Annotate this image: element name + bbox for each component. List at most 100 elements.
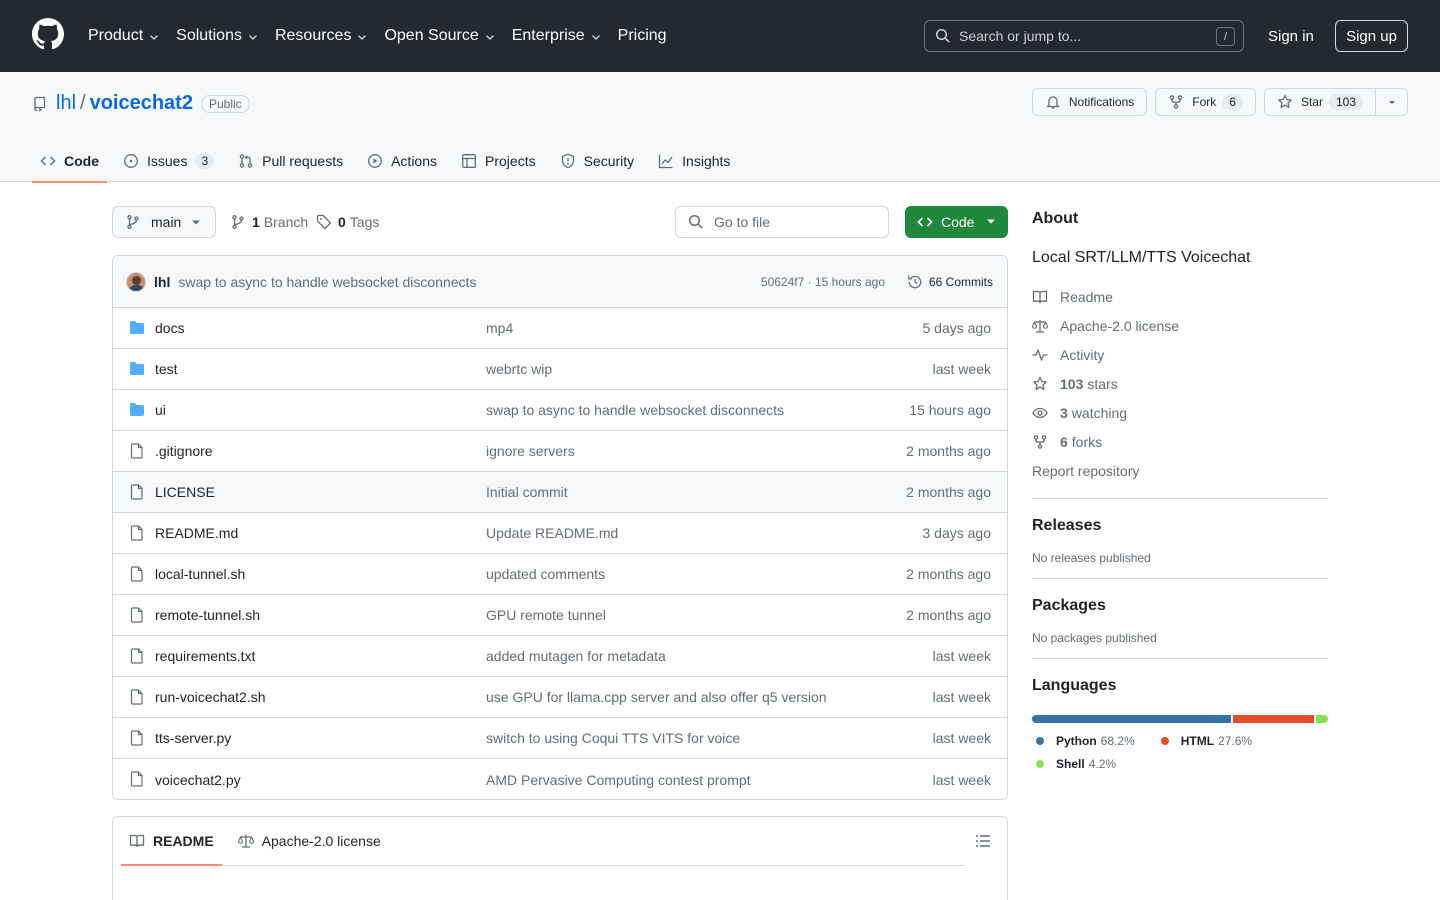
language-bar-segment[interactable] <box>1032 715 1231 723</box>
table-row[interactable]: remote-tunnel.sh GPU remote tunnel 2 month… <box>113 595 1007 636</box>
table-row[interactable]: requirements.txt added mutagen for metada… <box>113 636 1007 677</box>
list-unordered-icon[interactable] <box>975 833 991 849</box>
table-row[interactable]: ui swap to async to handle websocket disc… <box>113 390 1007 431</box>
code-download-button[interactable]: Code <box>905 206 1008 238</box>
branch-select-button[interactable]: main <box>112 206 216 238</box>
readme-link[interactable]: Readme <box>1032 282 1328 311</box>
file-name-link[interactable]: requirements.txt <box>155 648 255 664</box>
nav-solutions[interactable]: Solutions <box>176 27 259 45</box>
file-name-link[interactable]: local-tunnel.sh <box>155 566 245 582</box>
commit-message-link[interactable]: swap to async to handle websocket discon… <box>178 274 476 290</box>
forks-link[interactable]: 6 forks <box>1032 427 1328 456</box>
star-button[interactable]: Star 103 <box>1263 88 1376 116</box>
file-commit-message-link[interactable]: Update README.md <box>486 525 618 541</box>
tab-pull-requests[interactable]: Pull requests <box>230 140 351 182</box>
file-commit-message-link[interactable]: GPU remote tunnel <box>486 607 606 623</box>
table-row[interactable]: local-tunnel.sh updated comments 2 months … <box>113 554 1007 595</box>
language-item[interactable]: Shell 4.2% <box>1032 752 1116 775</box>
file-commit-message-link[interactable]: mp4 <box>486 320 513 336</box>
global-search-input[interactable]: Search or jump to... / <box>924 20 1244 52</box>
branches-link[interactable]: 1 Branch <box>230 206 308 238</box>
table-row[interactable]: README.md Update README.md 3 days ago <box>113 513 1007 554</box>
file-name-link[interactable]: README.md <box>155 525 238 541</box>
file-name-link[interactable]: tts-server.py <box>155 730 231 746</box>
license-link[interactable]: Apache-2.0 license <box>1032 311 1328 340</box>
table-row[interactable]: docs mp4 5 days ago <box>113 308 1007 349</box>
repo-title: lhl / voicechat2 Public <box>32 92 250 115</box>
releases-heading[interactable]: Releases <box>1032 517 1328 535</box>
file-commit-message-link[interactable]: ignore servers <box>486 443 575 459</box>
file-commit-message-link[interactable]: switch to using Coqui TTS VITS for voice <box>486 730 740 746</box>
nav-resources[interactable]: Resources <box>275 27 368 45</box>
language-bar-segment[interactable] <box>1316 715 1328 723</box>
nav-open-source[interactable]: Open Source <box>384 27 495 45</box>
file-name-link[interactable]: remote-tunnel.sh <box>155 607 260 623</box>
stars-link[interactable]: 103 stars <box>1032 369 1328 398</box>
file-commit-message-link[interactable]: added mutagen for metadata <box>486 648 666 664</box>
language-item[interactable]: Python 68.2% <box>1032 729 1135 752</box>
file-commit-message-link[interactable]: updated comments <box>486 566 605 582</box>
commit-author-link[interactable]: lhl <box>154 274 170 290</box>
avatar[interactable] <box>126 271 146 292</box>
tab-actions[interactable]: Actions <box>359 140 445 182</box>
file-name-link[interactable]: docs <box>155 320 185 336</box>
file-commit-message-link[interactable]: use GPU for llama.cpp server and also of… <box>486 689 827 705</box>
table-row[interactable]: run-voicechat2.sh use GPU for llama.cpp s… <box>113 677 1007 718</box>
table-row[interactable]: voicechat2.py AMD Pervasive Computing con… <box>113 759 1007 799</box>
language-bar <box>1032 715 1328 723</box>
file-name-link[interactable]: run-voicechat2.sh <box>155 689 266 705</box>
chevron-down-icon <box>150 35 159 40</box>
file-name-link[interactable]: ui <box>155 402 166 418</box>
tags-link[interactable]: 0 Tags <box>316 206 379 238</box>
sign-in-link[interactable]: Sign in <box>1258 20 1324 52</box>
file-name-link[interactable]: .gitignore <box>155 443 213 459</box>
tab-security[interactable]: Security <box>552 140 643 182</box>
repo-owner-link[interactable]: lhl <box>56 92 76 115</box>
watchers-link[interactable]: 3 watching <box>1032 398 1328 427</box>
repo-actions: Notifications Fork 6 Star 103 <box>1024 88 1408 116</box>
chevron-down-icon <box>248 35 257 40</box>
tab-readme[interactable]: README <box>121 817 222 866</box>
language-bar-segment[interactable] <box>1233 715 1314 723</box>
triangle-down-icon <box>1388 101 1395 104</box>
tab-license[interactable]: Apache-2.0 license <box>230 817 389 865</box>
report-repository-link[interactable]: Report repository <box>1032 456 1328 485</box>
repo-name-link[interactable]: voicechat2 <box>90 92 193 115</box>
about-heading: About <box>1032 210 1079 227</box>
file-name-link[interactable]: test <box>155 361 178 377</box>
star-list-dropdown[interactable] <box>1376 88 1408 116</box>
commit-hash-time[interactable]: 50624f7 · 15 hours ago <box>761 275 885 289</box>
file-name-link[interactable]: voicechat2.py <box>155 772 241 788</box>
star-button-group: Star 103 <box>1263 88 1408 116</box>
tab-projects[interactable]: Projects <box>453 140 544 182</box>
table-row[interactable]: .gitignore ignore servers 2 months ago <box>113 431 1007 472</box>
activity-link[interactable]: Activity <box>1032 340 1328 369</box>
search-shortcut-key: / <box>1216 27 1235 46</box>
tab-code[interactable]: Code <box>32 140 107 183</box>
nav-pricing[interactable]: Pricing <box>618 27 667 45</box>
packages-heading[interactable]: Packages <box>1032 597 1328 615</box>
tab-insights[interactable]: Insights <box>650 140 738 182</box>
sign-up-button[interactable]: Sign up <box>1335 20 1408 52</box>
file-commit-message-link[interactable]: webrtc wip <box>486 361 552 377</box>
tab-issues[interactable]: Issues 3 <box>115 140 222 182</box>
nav-enterprise[interactable]: Enterprise <box>512 27 602 45</box>
file-commit-message-link[interactable]: AMD Pervasive Computing contest prompt <box>486 772 751 788</box>
file-commit-message-link[interactable]: Initial commit <box>486 484 568 500</box>
code-icon <box>917 217 933 227</box>
table-row[interactable]: tts-server.py switch to using Coqui TTS V… <box>113 718 1007 759</box>
notifications-button[interactable]: Notifications <box>1031 88 1148 116</box>
go-to-file-input[interactable]: Go to file <box>675 206 889 238</box>
language-item[interactable]: HTML 27.6% <box>1157 729 1252 752</box>
table-row[interactable]: LICENSE Initial commit 2 months ago <box>113 472 1007 513</box>
table-row[interactable]: test webrtc wip last week <box>113 349 1007 390</box>
file-name-link[interactable]: LICENSE <box>155 484 215 500</box>
file-commit-message-link[interactable]: swap to async to handle websocket discon… <box>486 402 784 418</box>
star-icon <box>1033 376 1047 390</box>
fork-button[interactable]: Fork 6 <box>1155 88 1256 116</box>
fork-icon <box>1033 434 1047 449</box>
commits-history-link[interactable]: 66 Commits <box>907 274 993 290</box>
nav-product[interactable]: Product <box>88 27 160 45</box>
repo-tabs: Code Issues 3 Pull requests Actions Proj… <box>32 140 746 183</box>
github-logo-icon[interactable] <box>32 18 64 50</box>
